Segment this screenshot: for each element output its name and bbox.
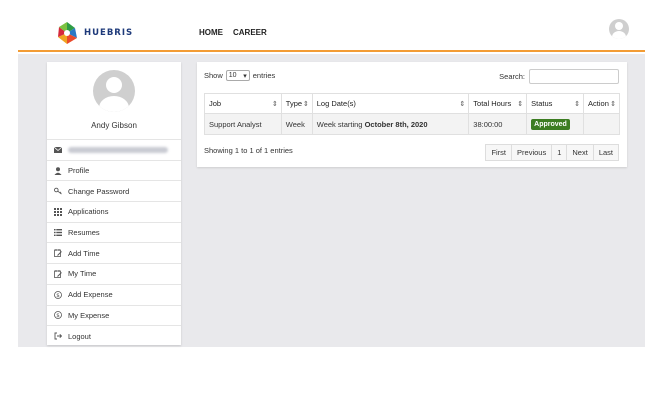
column-header-status[interactable]: Status ⇕ — [526, 93, 585, 114]
grid-icon — [54, 207, 62, 216]
pager-next-button[interactable]: Next — [566, 144, 594, 161]
sidebar-item-label: Applications — [68, 207, 109, 217]
dollar-circle-icon: $ — [54, 311, 62, 319]
column-header-log-dates[interactable]: Log Date(s) ⇕ — [311, 93, 470, 114]
pager-first-button[interactable]: First — [485, 144, 513, 161]
sidebar-item-email — [47, 139, 181, 160]
chevron-down-icon: ▾ — [243, 72, 247, 80]
sidebar-item-resumes[interactable]: Resumes — [47, 221, 181, 243]
column-header-action[interactable]: Action ⇕ — [583, 93, 620, 114]
app: HUEBRIS HOME CAREER Andy Gibson Profile … — [0, 0, 670, 400]
time-entries-panel: Show 10 ▾ entries Search: Job ⇕ Type ⇕ Log… — [197, 62, 627, 167]
pager-page-1-button[interactable]: 1 — [551, 144, 568, 161]
list-icon — [54, 229, 62, 237]
logout-icon — [54, 332, 62, 340]
sort-icon: ⇕ — [459, 101, 466, 108]
sort-icon: ⇕ — [610, 101, 616, 108]
search-label: Search: — [499, 72, 525, 81]
brand-name: HUEBRIS — [84, 28, 134, 38]
column-header-job[interactable]: Job ⇕ — [204, 93, 282, 114]
log-date: October 8th, 2020 — [364, 119, 428, 129]
main-content: Andy Gibson Profile Change Password Appl… — [18, 54, 645, 347]
pager-last-button[interactable]: Last — [592, 144, 619, 161]
status-badge: Approved — [531, 118, 570, 130]
sort-icon: ⇕ — [302, 101, 309, 108]
sidebar-item-label: Add Time — [68, 248, 100, 258]
top-navbar: HUEBRIS HOME CAREER — [18, 0, 645, 52]
table-header-row: Job ⇕ Type ⇕ Log Date(s) ⇕ Total Hours ⇕ Sta… — [204, 93, 620, 114]
page-size-select[interactable]: 10 ▾ — [225, 70, 250, 81]
user-avatar-button[interactable] — [609, 19, 629, 39]
show-label: Show — [204, 71, 223, 80]
sidebar-item-label: My Expense — [68, 310, 110, 320]
sidebar-item-logout[interactable]: Logout — [47, 325, 181, 346]
column-header-type[interactable]: Type ⇕ — [280, 93, 313, 114]
sidebar-item-add-expense[interactable]: $ Add Expense — [47, 283, 181, 305]
sidebar-item-profile[interactable]: Profile — [47, 159, 181, 181]
dollar-circle-icon: $ — [54, 290, 62, 299]
sidebar-item-label: My Time — [68, 269, 97, 279]
time-entries-table: Job ⇕ Type ⇕ Log Date(s) ⇕ Total Hours ⇕ Sta… — [204, 93, 620, 135]
nav-career-link[interactable]: CAREER — [233, 28, 267, 37]
logo[interactable]: HUEBRIS — [53, 18, 133, 48]
sidebar-item-applications[interactable]: Applications — [47, 201, 181, 222]
pager-previous-button[interactable]: Previous — [511, 144, 553, 161]
cell-type: Week — [280, 113, 313, 135]
envelope-icon — [54, 146, 62, 154]
sidebar-menu: Profile Change Password Applications Res… — [47, 139, 181, 346]
page-size-control: Show 10 ▾ entries — [204, 70, 275, 81]
svg-text:$: $ — [56, 293, 60, 299]
email-redacted — [68, 146, 168, 153]
sidebar-item-add-time[interactable]: Add Time — [47, 242, 181, 263]
nav-home-link[interactable]: HOME — [199, 28, 223, 37]
cell-action — [583, 113, 620, 135]
logo-mark-icon — [53, 19, 81, 47]
sidebar-item-change-password[interactable]: Change Password — [47, 180, 181, 201]
entries-label: entries — [252, 71, 276, 80]
calendar-edit-icon — [54, 269, 62, 278]
sidebar-item-label: Resumes — [68, 228, 100, 238]
user-icon — [54, 166, 62, 175]
table-row: Support Analyst Week Week starting Octob… — [204, 113, 620, 135]
sort-icon: ⇕ — [271, 101, 278, 108]
log-prefix: Week starting — [316, 119, 365, 129]
calendar-edit-icon — [54, 249, 62, 258]
search-control: Search: — [499, 69, 619, 84]
profile-avatar — [93, 70, 135, 112]
sidebar-item-label: Profile — [68, 166, 90, 176]
sort-icon: ⇕ — [574, 101, 581, 108]
key-icon — [54, 187, 62, 195]
table-info: Showing 1 to 1 of 1 entries — [204, 146, 293, 155]
cell-log-dates: Week starting October 8th, 2020 — [311, 113, 470, 135]
main-nav: HOME CAREER — [199, 28, 267, 37]
cell-job: Support Analyst — [204, 113, 282, 135]
column-header-total-hours[interactable]: Total Hours ⇕ — [468, 93, 528, 114]
sidebar-item-my-time[interactable]: My Time — [47, 263, 181, 284]
cell-total-hours: 38:00:00 — [468, 113, 528, 135]
search-input[interactable] — [529, 69, 619, 84]
page-size-value: 10 — [228, 72, 237, 79]
sidebar-item-label: Add Expense — [68, 290, 113, 300]
pagination: First Previous 1 Next Last — [485, 144, 619, 161]
cell-status: Approved — [526, 113, 585, 135]
sidebar-item-label: Logout — [68, 331, 91, 341]
svg-text:$: $ — [56, 313, 60, 319]
sort-icon: ⇕ — [517, 101, 524, 108]
sidebar-item-label: Change Password — [68, 186, 130, 196]
profile-name: Andy Gibson — [91, 121, 137, 130]
sidebar-item-my-expense[interactable]: $ My Expense — [47, 304, 181, 326]
profile-sidebar: Andy Gibson Profile Change Password Appl… — [47, 62, 181, 345]
